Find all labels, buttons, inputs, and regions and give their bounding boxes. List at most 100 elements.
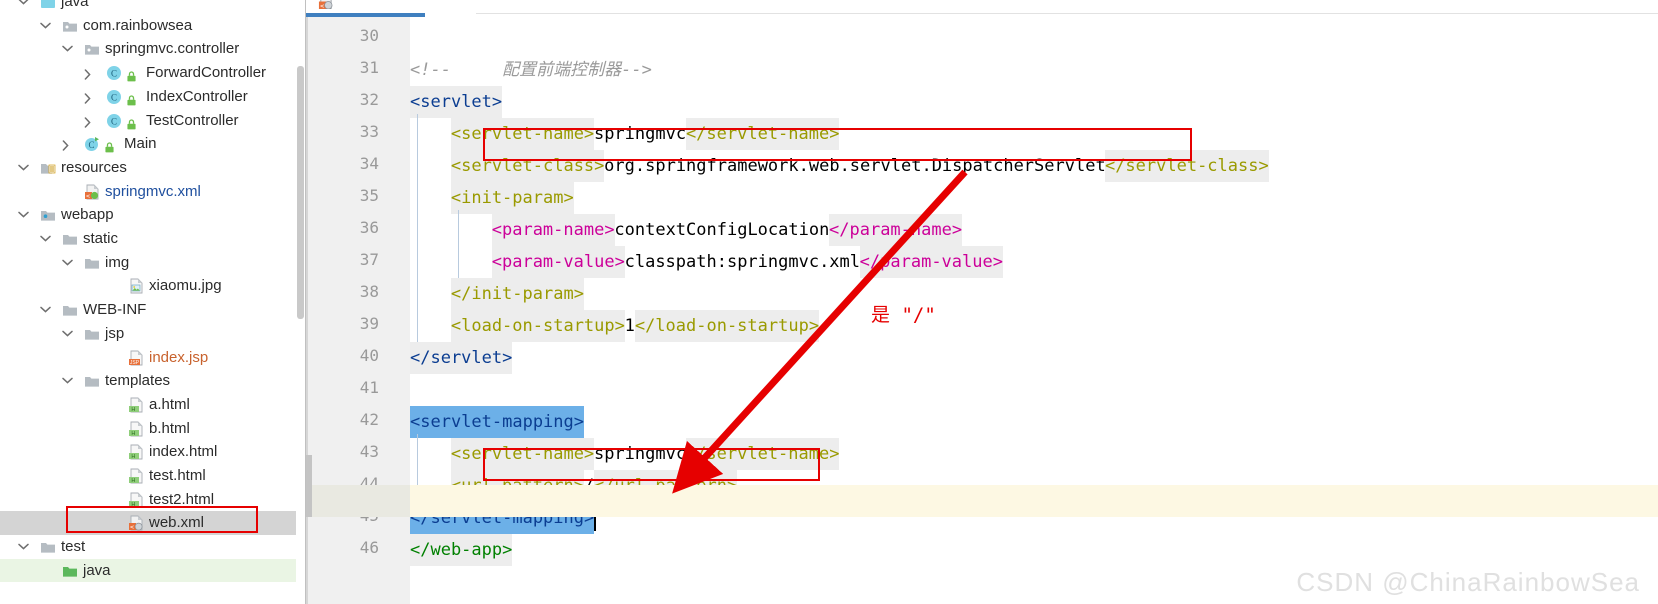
chevron-down-icon[interactable] <box>40 14 52 38</box>
tree-item-test[interactable]: test <box>0 535 296 559</box>
code-line[interactable]: <servlet-mapping> <box>410 406 1658 438</box>
code-token: </param-name> <box>829 214 963 246</box>
tree-item-label: WEB-INF <box>83 301 147 319</box>
folder-icon-icon <box>40 539 56 555</box>
line-number: 34 <box>359 154 379 173</box>
code-line[interactable]: <param-value> classpath:springmvc.xml </pa… <box>410 246 1658 278</box>
xml-web-file-icon: < <box>128 515 144 531</box>
tree-item-test-html[interactable]: Htest.html <box>0 464 296 488</box>
tree-item-index-html[interactable]: Hindex.html <box>0 440 296 464</box>
tree-item-img[interactable]: img <box>0 251 296 275</box>
tree-item-label: xiaomu.jpg <box>149 277 222 295</box>
folder-icon-icon <box>62 302 78 318</box>
tree-item-test2-html[interactable]: Htest2.html <box>0 488 296 512</box>
code-line[interactable]: <servlet> <box>410 86 1658 118</box>
code-line[interactable]: <servlet-name> springmvc </servlet-name> <box>410 438 1658 470</box>
project-tree-panel[interactable]: java com.rainbowsea springmvc.controller C F… <box>0 0 296 604</box>
editor-left-scroll-thumb[interactable] <box>306 455 312 517</box>
code-token: </servlet> <box>410 342 513 374</box>
tree-item-java[interactable]: java <box>0 558 296 583</box>
tree-item-b-html[interactable]: Hb.html <box>0 417 296 441</box>
project-tree-scrollbar-thumb[interactable] <box>297 66 304 319</box>
code-token: </load-on-startup> <box>634 310 820 342</box>
code-line[interactable]: <init-param> <box>410 182 1658 214</box>
tree-item-a-html[interactable]: Ha.html <box>0 393 296 417</box>
tree-item-xiaomu-jpg[interactable]: xiaomu.jpg <box>0 274 296 298</box>
code-line[interactable]: </web-app> <box>410 534 1658 566</box>
code-token: <servlet> <box>410 86 503 118</box>
chevron-down-icon[interactable] <box>18 203 30 227</box>
code-token: <param-value> <box>491 246 625 278</box>
svg-text:H: H <box>131 478 135 484</box>
line-number: 36 <box>359 218 379 237</box>
svg-text:H: H <box>131 502 135 508</box>
html-file-icon: H <box>128 397 144 413</box>
tab-strip-empty-area <box>476 0 1658 14</box>
tree-item-java[interactable]: java <box>0 0 296 14</box>
code-editor[interactable]: < 3031323334353637383940414243444546 <!-… <box>306 0 1658 604</box>
code-token: </servlet-name> <box>685 118 840 150</box>
chevron-down-icon[interactable] <box>18 535 30 559</box>
class-run-icon-icon: C <box>84 136 100 152</box>
tree-item-resources[interactable]: resources <box>0 156 296 180</box>
tree-item-com-rainbowsea[interactable]: com.rainbowsea <box>0 14 296 38</box>
xml-spring-file-icon: < <box>84 184 100 200</box>
tree-item-label: test2.html <box>149 490 215 508</box>
tree-item-templates[interactable]: templates <box>0 369 296 393</box>
tree-item-label: java <box>83 561 111 579</box>
tree-item-springmvc-controller[interactable]: springmvc.controller <box>0 37 296 61</box>
tree-item-label: templates <box>105 372 171 390</box>
code-line[interactable]: <!-- 配置前端控制器--> <box>410 54 1658 86</box>
tree-item-static[interactable]: static <box>0 227 296 251</box>
chevron-down-icon[interactable] <box>40 227 52 251</box>
tree-item-springmvc-xml[interactable]: < springmvc.xml <box>0 180 296 204</box>
chevron-right-icon[interactable] <box>84 85 96 109</box>
chevron-right-icon[interactable] <box>84 61 96 85</box>
lock-icon <box>125 67 138 82</box>
chevron-down-icon[interactable] <box>18 156 30 180</box>
svg-text:<: < <box>130 523 134 531</box>
code-line[interactable]: <servlet-class> org.springframework.web.s… <box>410 150 1658 182</box>
code-line[interactable] <box>410 22 1658 54</box>
code-line[interactable]: <servlet-name> springmvc </servlet-name> <box>410 118 1658 150</box>
line-number: 35 <box>359 186 379 205</box>
code-token: classpath:springmvc.xml <box>624 252 861 272</box>
indent-guide <box>458 210 459 278</box>
tree-item-testcontroller[interactable]: C TestController <box>0 109 296 133</box>
chevron-right-icon[interactable] <box>62 132 74 156</box>
current-line-gutter-highlight <box>306 485 410 517</box>
code-line[interactable] <box>410 374 1658 406</box>
svg-text:H: H <box>131 431 135 437</box>
chevron-down-icon[interactable] <box>18 0 30 14</box>
chevron-down-icon[interactable] <box>62 322 74 346</box>
folder-test-src-icon <box>62 563 78 579</box>
tree-item-index-jsp[interactable]: JSP index.jsp <box>0 346 296 370</box>
code-token: <!-- 配置前端控制器--> <box>410 60 652 80</box>
svg-text:<: < <box>320 2 324 9</box>
tree-item-web-xml[interactable]: < web.xml <box>0 511 296 536</box>
chevron-right-icon[interactable] <box>84 109 96 133</box>
line-number: 38 <box>359 282 379 301</box>
tree-item-jsp[interactable]: jsp <box>0 322 296 346</box>
tree-item-web-inf[interactable]: WEB-INF <box>0 298 296 322</box>
tree-item-label: ForwardController <box>146 64 267 82</box>
chevron-down-icon[interactable] <box>40 298 52 322</box>
code-line[interactable]: <load-on-startup> 1 </load-on-startup> <box>410 310 1658 342</box>
tree-item-webapp[interactable]: webapp <box>0 203 296 227</box>
code-line[interactable]: <param-name> contextConfigLocation </param… <box>410 214 1658 246</box>
editor-tab-webxml[interactable]: < <box>306 0 477 17</box>
tree-item-label: img <box>105 253 130 271</box>
tree-item-indexcontroller[interactable]: C IndexController <box>0 85 296 109</box>
chevron-down-icon[interactable] <box>62 251 74 275</box>
chevron-down-icon[interactable] <box>62 37 74 61</box>
code-line[interactable]: </servlet> <box>410 342 1658 374</box>
tree-item-main[interactable]: C Main <box>0 132 296 156</box>
tree-item-label: TestController <box>146 111 239 129</box>
tree-item-forwardcontroller[interactable]: C ForwardController <box>0 61 296 85</box>
code-line[interactable]: </init-param> <box>410 278 1658 310</box>
line-number: 43 <box>359 442 379 461</box>
chevron-down-icon[interactable] <box>62 369 74 393</box>
tree-item-label: com.rainbowsea <box>83 16 193 34</box>
folder-icon-icon <box>84 373 100 389</box>
folder-icon-icon <box>84 255 100 271</box>
